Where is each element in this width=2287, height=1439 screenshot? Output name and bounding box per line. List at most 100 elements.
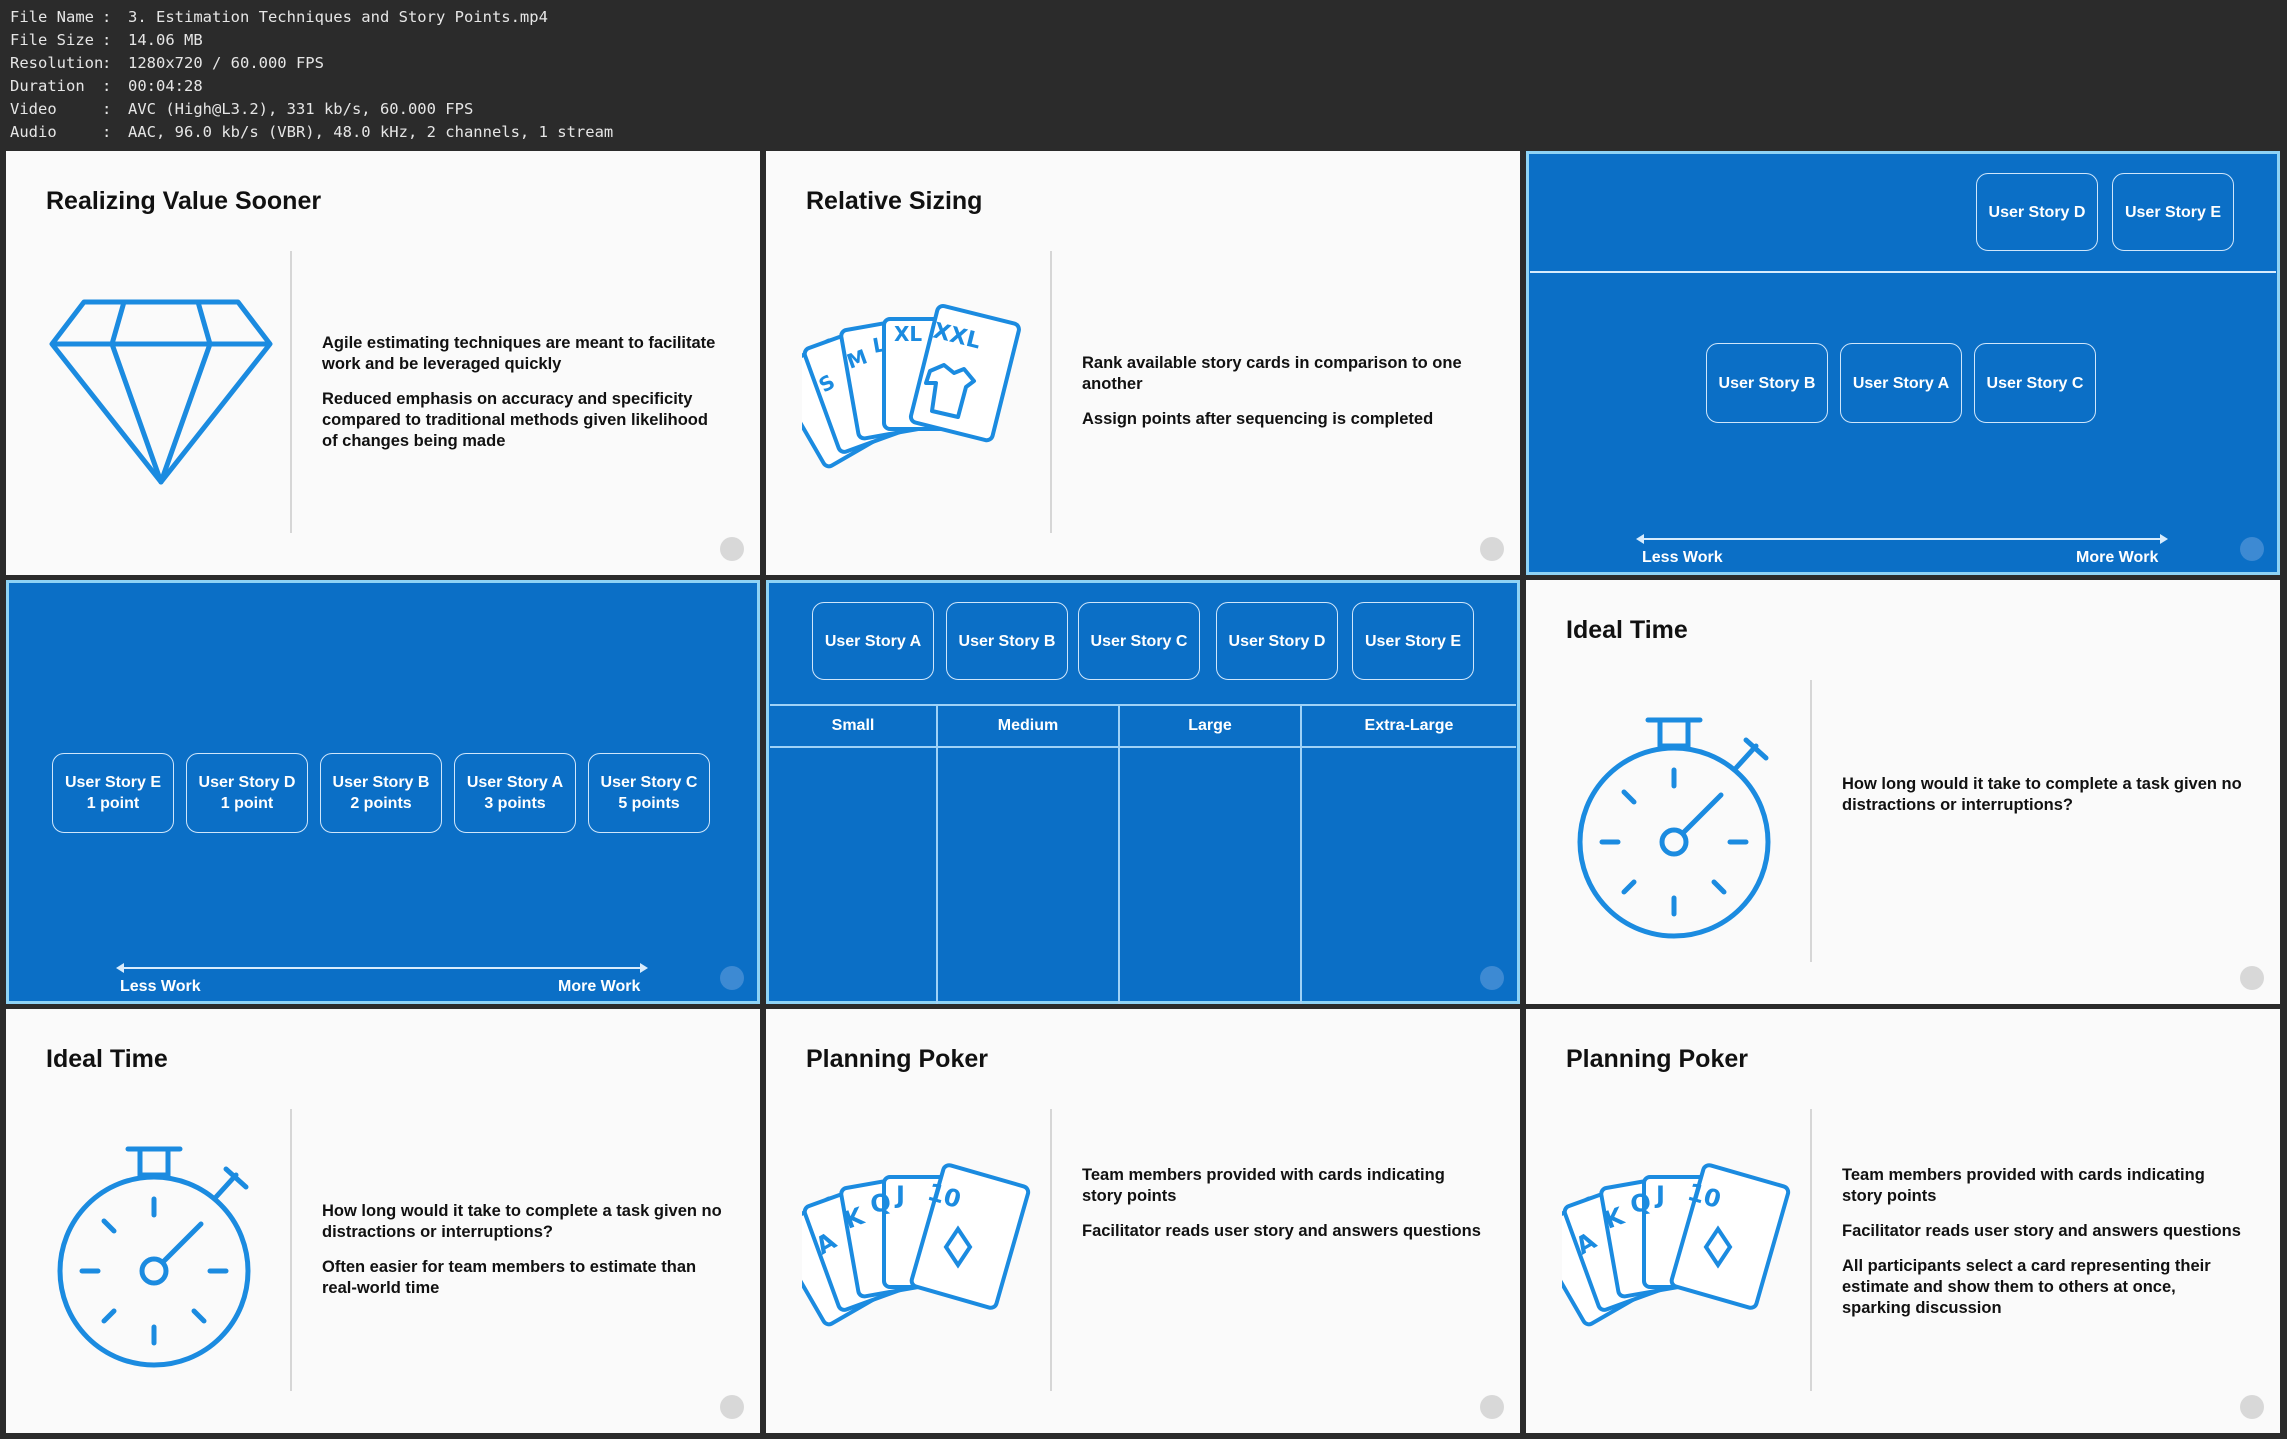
play-icon[interactable] bbox=[720, 1395, 744, 1419]
bullet-text: Agile estimating techniques are meant to… bbox=[322, 334, 716, 373]
story-name: User Story A bbox=[466, 774, 564, 791]
story-card: User Story A bbox=[812, 602, 934, 680]
play-icon[interactable] bbox=[1480, 966, 1504, 990]
story-card: User Story C 5 points bbox=[588, 753, 710, 833]
play-icon[interactable] bbox=[720, 966, 744, 990]
bullet-text: Team members provided with cards indicat… bbox=[1842, 1166, 2205, 1205]
info-key: File Size bbox=[10, 31, 94, 49]
play-icon[interactable] bbox=[2240, 966, 2264, 990]
play-icon[interactable] bbox=[1480, 537, 1504, 561]
info-key: Resolution bbox=[10, 54, 104, 72]
slide-body: How long would it take to complete a tas… bbox=[322, 1201, 722, 1313]
thumbnail-story-points[interactable]: User Story E1 point User Story D1 point … bbox=[6, 580, 760, 1004]
more-work-label: More Work bbox=[558, 978, 641, 995]
thumbnail-ideal-time[interactable]: Ideal Time How long would it take to com… bbox=[1526, 580, 2280, 1004]
story-name: User Story B bbox=[332, 774, 430, 791]
file-info-row: Duration:00:04:28 bbox=[10, 75, 613, 98]
card-label: XL bbox=[894, 322, 922, 346]
effort-axis-arrow bbox=[1636, 534, 2168, 544]
stopwatch-icon bbox=[57, 1146, 251, 1368]
info-separator: : bbox=[102, 8, 112, 26]
info-value: 3. Estimation Techniques and Story Point… bbox=[128, 8, 548, 26]
story-points: 5 points bbox=[618, 795, 680, 812]
story-name: User Story D bbox=[198, 774, 296, 791]
story-points: 2 points bbox=[350, 795, 412, 812]
thumbnail-story-ranking[interactable]: User Story D User Story E User Story B U… bbox=[1526, 151, 2280, 575]
file-info-row: File Name:3. Estimation Techniques and S… bbox=[10, 6, 613, 29]
info-value: 1280x720 / 60.000 FPS bbox=[128, 54, 324, 72]
divider bbox=[1810, 1109, 1812, 1391]
bullet-text: Team members provided with cards indicat… bbox=[1082, 1166, 1445, 1205]
diamond-icon bbox=[49, 299, 273, 485]
thumbnail-realizing-value[interactable]: Realizing Value Sooner Agile estimating … bbox=[6, 151, 760, 575]
bullet-text: Rank available story cards in comparison… bbox=[1082, 354, 1462, 393]
tshirt-size-cards-icon: S M L XL XXL bbox=[802, 303, 1021, 469]
thumbnail-relative-sizing[interactable]: Relative Sizing S M L XL XXL Rank availa… bbox=[766, 151, 1520, 575]
column-header-medium: Medium bbox=[997, 717, 1059, 734]
story-points: 1 point bbox=[86, 795, 140, 812]
column-header-extra-large: Extra-Large bbox=[1364, 717, 1454, 734]
info-key: Audio bbox=[10, 123, 57, 141]
bullet-text: How long would it take to complete a tas… bbox=[322, 1202, 722, 1241]
table-border bbox=[770, 746, 1516, 748]
stopwatch-icon bbox=[1577, 717, 1771, 939]
thumbnail-planning-poker[interactable]: Planning Poker A K Q J 10 Team members p… bbox=[766, 1009, 1520, 1433]
info-value: AVC (High@L3.2), 331 kb/s, 60.000 FPS bbox=[128, 100, 474, 118]
column-divider bbox=[1118, 704, 1120, 1004]
story-card: User Story C bbox=[1078, 602, 1200, 680]
column-divider bbox=[936, 704, 938, 1004]
story-card: User Story D bbox=[1976, 173, 2098, 251]
file-info-row: Audio: AAC, 96.0 kb/s (VBR), 48.0 kHz, 2 … bbox=[10, 121, 613, 144]
effort-axis-arrow bbox=[116, 963, 648, 973]
thumbnail-planning-poker-2[interactable]: Planning Poker A K Q J 10 Team members p… bbox=[1526, 1009, 2280, 1433]
slide-body: Rank available story cards in comparison… bbox=[1082, 353, 1482, 444]
story-card: User Story E 1 point bbox=[52, 753, 174, 833]
slide-title: Ideal Time bbox=[46, 1045, 168, 1073]
column-header-large: Large bbox=[1188, 717, 1232, 734]
story-card: User Story E bbox=[2112, 173, 2234, 251]
play-icon[interactable] bbox=[2240, 537, 2264, 561]
bullet-text: All participants select a card represent… bbox=[1842, 1257, 2211, 1317]
info-separator: : bbox=[102, 123, 112, 141]
bullet-text: Facilitator reads user story and answers… bbox=[1842, 1222, 2241, 1240]
column-divider bbox=[1300, 704, 1302, 1004]
story-card: User Story D bbox=[1216, 602, 1338, 680]
less-work-label: Less Work bbox=[1642, 549, 1723, 566]
column-header-small: Small bbox=[831, 717, 875, 734]
divider bbox=[1050, 1109, 1052, 1391]
info-value: 14.06 MB bbox=[128, 31, 203, 49]
story-card: User Story B 2 points bbox=[320, 753, 442, 833]
play-icon[interactable] bbox=[1480, 1395, 1504, 1419]
bullet-text: Assign points after sequencing is comple… bbox=[1082, 410, 1434, 428]
info-separator: : bbox=[102, 54, 112, 72]
less-work-label: Less Work bbox=[120, 978, 201, 995]
bullet-text: How long would it take to complete a tas… bbox=[1842, 775, 2242, 814]
slide-body: Team members provided with cards indicat… bbox=[1082, 1165, 1482, 1256]
play-icon[interactable] bbox=[2240, 1395, 2264, 1419]
bullet-text: Reduced emphasis on accuracy and specifi… bbox=[322, 390, 708, 450]
story-name: User Story E bbox=[64, 774, 162, 791]
table-border bbox=[770, 704, 1516, 706]
bullet-text: Often easier for team members to estimat… bbox=[322, 1258, 697, 1297]
info-key: Duration bbox=[10, 77, 85, 95]
play-icon[interactable] bbox=[720, 537, 744, 561]
story-points: 1 point bbox=[220, 795, 274, 812]
story-card: User Story B bbox=[1706, 343, 1828, 423]
file-info-row: Video: AVC (High@L3.2), 331 kb/s, 60.000 … bbox=[10, 98, 613, 121]
thumbnail-size-buckets[interactable]: User Story A User Story B User Story C U… bbox=[766, 580, 1520, 1004]
story-points: 3 points bbox=[484, 795, 546, 812]
divider bbox=[1810, 680, 1812, 962]
story-name: User Story C bbox=[600, 774, 698, 791]
file-info-row: Resolution:1280x720 / 60.000 FPS bbox=[10, 52, 613, 75]
story-card: User Story C bbox=[1974, 343, 2096, 423]
file-info-panel: File Name:3. Estimation Techniques and S… bbox=[10, 6, 613, 144]
slide-title: Planning Poker bbox=[806, 1045, 988, 1073]
slide-title: Relative Sizing bbox=[806, 187, 983, 215]
thumbnail-ideal-time-2[interactable]: Ideal Time How long would it take to com… bbox=[6, 1009, 760, 1433]
divider bbox=[1050, 251, 1052, 533]
info-key: File Name bbox=[10, 8, 94, 26]
divider bbox=[290, 251, 292, 533]
slide-body: How long would it take to complete a tas… bbox=[1842, 774, 2242, 830]
slide-body: Team members provided with cards indicat… bbox=[1842, 1165, 2242, 1333]
slide-title: Ideal Time bbox=[1566, 616, 1688, 644]
